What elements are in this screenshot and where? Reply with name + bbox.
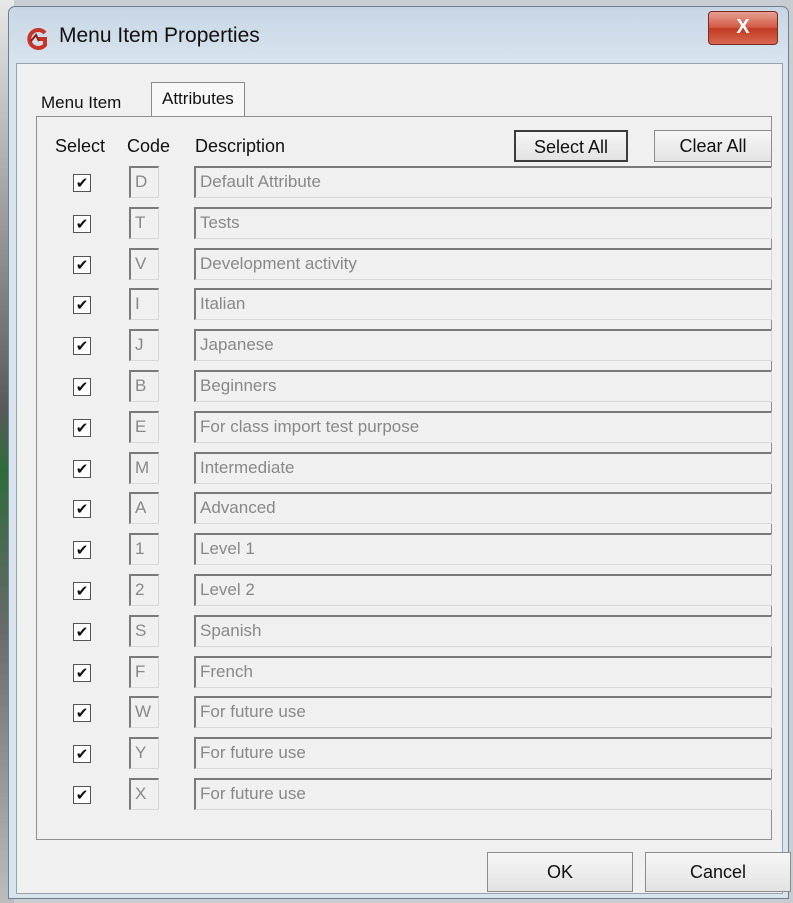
attribute-row: ✔ J Japanese xyxy=(17,329,777,363)
code-field: D xyxy=(129,166,159,198)
code-field: V xyxy=(129,247,159,280)
attribute-row: ✔ B Beginners xyxy=(17,370,777,404)
attribute-row: ✔ 1 Level 1 xyxy=(17,533,777,567)
app-logo-icon xyxy=(27,28,47,50)
code-field: A xyxy=(129,492,159,525)
select-checkbox[interactable]: ✔ xyxy=(73,296,91,315)
attribute-row: ✔ V Development activity xyxy=(17,247,777,282)
column-header-description: Description xyxy=(195,136,286,156)
description-field: Spanish xyxy=(194,614,772,647)
select-checkbox[interactable]: ✔ xyxy=(73,174,91,192)
attribute-row: ✔ A Advanced xyxy=(17,492,777,526)
select-checkbox[interactable]: ✔ xyxy=(73,255,91,274)
code-field: X xyxy=(129,778,159,810)
description-field: For future use xyxy=(194,778,772,810)
select-checkbox[interactable]: ✔ xyxy=(73,745,91,764)
select-checkbox[interactable]: ✔ xyxy=(73,622,91,641)
description-field: Beginners xyxy=(194,370,772,402)
description-field: Level 1 xyxy=(194,533,772,566)
description-field: For future use xyxy=(194,737,772,770)
attribute-row: ✔ Y For future use xyxy=(17,737,777,771)
attribute-row: ✔ E For class import test purpose xyxy=(17,410,777,445)
description-field: Level 2 xyxy=(194,574,772,606)
code-field: S xyxy=(129,614,159,647)
select-all-button[interactable]: Select All xyxy=(514,130,628,162)
select-checkbox[interactable]: ✔ xyxy=(73,418,91,437)
code-field: E xyxy=(129,410,159,443)
description-field: For future use xyxy=(194,696,772,729)
attribute-row: ✔ W For future use xyxy=(17,696,777,730)
select-checkbox[interactable]: ✔ xyxy=(73,704,91,723)
attribute-row: ✔ M Intermediate xyxy=(17,451,777,486)
column-header-select: Select xyxy=(55,136,106,156)
description-field: Tests xyxy=(194,206,772,239)
column-header-code: Code xyxy=(127,136,171,156)
window-title: Menu Item Properties xyxy=(59,24,260,47)
select-checkbox[interactable]: ✔ xyxy=(73,786,91,804)
code-field: F xyxy=(129,655,159,688)
attribute-row: ✔ S Spanish xyxy=(17,614,777,649)
select-checkbox[interactable]: ✔ xyxy=(73,378,91,396)
select-checkbox[interactable]: ✔ xyxy=(73,541,91,560)
cancel-button[interactable]: Cancel xyxy=(645,852,791,892)
description-field: Development activity xyxy=(194,247,772,280)
description-field: For class import test purpose xyxy=(194,410,772,443)
code-field: Y xyxy=(129,737,159,770)
attribute-row: ✔ D Default Attribute xyxy=(17,166,777,200)
code-field: M xyxy=(129,451,159,484)
dialog-window: Menu Item Properties X Menu Item Attribu… xyxy=(8,6,791,899)
select-checkbox[interactable]: ✔ xyxy=(73,500,91,519)
attribute-row: ✔ T Tests xyxy=(17,206,777,241)
description-field: Italian xyxy=(194,288,772,321)
code-field: W xyxy=(129,696,159,729)
code-field: T xyxy=(129,206,159,239)
code-field: I xyxy=(129,288,159,321)
attribute-row: ✔ X For future use xyxy=(17,778,777,812)
attribute-row: ✔ F French xyxy=(17,655,777,690)
code-field: 2 xyxy=(129,574,159,606)
ok-button[interactable]: OK xyxy=(487,852,633,892)
tab-attributes[interactable]: Attributes xyxy=(151,82,245,116)
title-bar[interactable]: Menu Item Properties X xyxy=(9,7,788,63)
tab-menu-item[interactable]: Menu Item xyxy=(37,90,125,116)
select-checkbox[interactable]: ✔ xyxy=(73,582,91,600)
description-field: Default Attribute xyxy=(194,166,772,198)
select-checkbox[interactable]: ✔ xyxy=(73,337,91,356)
clear-all-button[interactable]: Clear All xyxy=(654,130,772,162)
attribute-row: ✔ 2 Level 2 xyxy=(17,574,777,608)
description-field: French xyxy=(194,655,772,688)
description-field: Advanced xyxy=(194,492,772,525)
description-field: Intermediate xyxy=(194,451,772,484)
code-field: 1 xyxy=(129,533,159,566)
attribute-row: ✔ I Italian xyxy=(17,288,777,322)
dialog-client-area: Menu Item Attributes Select Code Descrip… xyxy=(16,63,791,894)
select-checkbox[interactable]: ✔ xyxy=(73,214,91,233)
description-field: Japanese xyxy=(194,329,772,362)
select-checkbox[interactable]: ✔ xyxy=(73,459,91,478)
code-field: B xyxy=(129,370,159,402)
code-field: J xyxy=(129,329,159,362)
close-button[interactable]: X xyxy=(708,11,778,45)
select-checkbox[interactable]: ✔ xyxy=(73,663,91,682)
